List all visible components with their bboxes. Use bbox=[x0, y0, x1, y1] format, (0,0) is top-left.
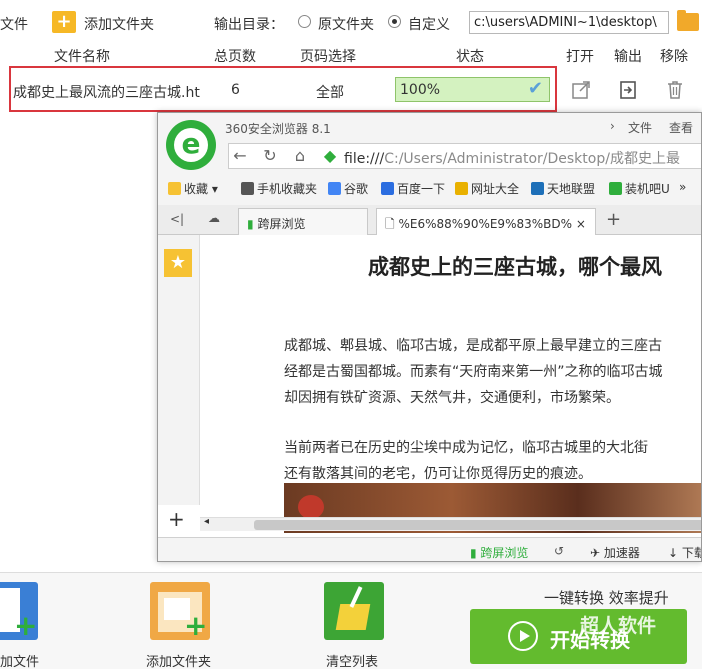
add-folder-button[interactable]: 添加文件夹 bbox=[84, 14, 154, 34]
shield-icon: ◆ bbox=[323, 146, 337, 165]
add-file-label[interactable]: 加文件 bbox=[0, 651, 39, 670]
header-remove: 移除 bbox=[660, 49, 688, 65]
scrollbar-thumb[interactable] bbox=[254, 520, 701, 530]
radio-original-folder[interactable] bbox=[298, 15, 311, 28]
paragraph-line: 却因拥有铁矿资源、天然气井，交通便利，市场繁荣。 bbox=[284, 390, 620, 406]
page-icon: 🗋 bbox=[385, 217, 395, 231]
browser-logo-icon: e bbox=[166, 120, 216, 170]
header-filename: 文件名称 bbox=[54, 49, 110, 65]
phone-icon: ▮ bbox=[247, 217, 254, 231]
header-status: 状态 bbox=[456, 49, 484, 65]
baidu-icon bbox=[381, 182, 394, 195]
home-icon[interactable]: ⌂ bbox=[288, 146, 312, 166]
header-output: 输出 bbox=[614, 49, 642, 65]
add-folder-big-icon[interactable]: + bbox=[150, 582, 210, 640]
chevron-right-icon[interactable]: › bbox=[610, 119, 615, 133]
browser-window: e 360安全浏览器 8.1 › 文件 查看 ← ↻ ⌂ ◆ file:///C… bbox=[157, 112, 702, 562]
zhuangji-icon bbox=[609, 182, 622, 195]
output-icon[interactable] bbox=[618, 80, 638, 100]
bookmark-tiandi[interactable]: 天地联盟 bbox=[531, 180, 595, 197]
bookmark-zhuangji[interactable]: 装机吧U bbox=[609, 180, 670, 197]
watermark-text: 超人软件 bbox=[580, 615, 657, 637]
menu-file[interactable]: 文件 bbox=[628, 119, 652, 136]
add-file-big-icon[interactable]: + bbox=[0, 582, 38, 640]
row-page-range[interactable]: 全部 bbox=[316, 82, 344, 102]
close-tab-icon[interactable]: × bbox=[576, 217, 586, 231]
add-folder-bottom-label[interactable]: 添加文件夹 bbox=[146, 651, 211, 670]
search-icon bbox=[328, 182, 341, 195]
sidebar-toggle-icon[interactable]: <| bbox=[170, 212, 184, 226]
output-path-input[interactable]: c:\users\ADMINI~1\desktop\ bbox=[469, 11, 669, 34]
add-file-button[interactable]: 文件 bbox=[0, 14, 28, 34]
header-open: 打开 bbox=[566, 49, 594, 65]
add-folder-plus-icon[interactable]: + bbox=[52, 11, 76, 33]
browser-statusbar: ▮ 跨屏浏览 ↺ ✈ 加速器 ↓ 下载 bbox=[158, 537, 701, 561]
reload-icon[interactable]: ↻ bbox=[258, 146, 282, 166]
star-icon bbox=[168, 182, 181, 195]
tab-current-page[interactable]: 🗋 %E6%88%90%E9%83%BD% × bbox=[376, 208, 596, 235]
paragraph-line: 成都城、郫县城、临邛古城，是成都平原上最早建立的三座古 bbox=[284, 338, 662, 354]
output-dir-label: 输出目录： bbox=[214, 17, 284, 33]
bottom-panel: + 加文件 + 添加文件夹 清空列表 一键转换 效率提升 开始转换 超人软件 bbox=[0, 572, 702, 670]
row-pages: 6 bbox=[231, 82, 240, 98]
slogan-text: 一键转换 效率提升 bbox=[544, 589, 669, 607]
browser-app-title: 360安全浏览器 8.1 bbox=[225, 122, 331, 136]
play-icon bbox=[508, 621, 538, 651]
url-path: C:/Users/Administrator/Desktop/成都史上最 bbox=[384, 151, 680, 167]
radio-custom[interactable] bbox=[388, 15, 401, 28]
new-tab-icon[interactable]: + bbox=[606, 209, 621, 230]
browser-sidebar: ★ bbox=[158, 235, 200, 505]
bookmark-hao[interactable]: 网址大全 bbox=[455, 180, 519, 197]
more-bookmarks-icon[interactable]: » bbox=[679, 180, 686, 194]
favorite-star-icon[interactable]: ★ bbox=[164, 249, 192, 277]
tab-cross-screen[interactable]: ▮ 跨屏浏览 bbox=[238, 208, 368, 235]
paragraph-line: 经都是古蜀国都城。而素有“天府南来第一州”之称的临邛古城 bbox=[284, 364, 663, 380]
status-progress-bar: 100% ✔ bbox=[395, 77, 550, 102]
bookmark-google[interactable]: 谷歌 bbox=[328, 180, 368, 197]
menu-view[interactable]: 查看 bbox=[669, 119, 693, 136]
folder-icon bbox=[241, 182, 254, 195]
bookmark-baidu[interactable]: 百度一下 bbox=[381, 180, 445, 197]
status-accelerator[interactable]: ✈ 加速器 bbox=[590, 544, 640, 561]
toolbar: 文件 + 添加文件夹 输出目录： 原文件夹 自定义 c:\users\ADMIN… bbox=[0, 0, 702, 44]
paragraph-line: 当前两者已在历史的尘埃中成为记忆，临邛古城里的大北街 bbox=[284, 440, 648, 456]
hao-icon bbox=[455, 182, 468, 195]
row-filename: 成都史上最风流的三座古城.ht bbox=[13, 85, 200, 101]
cloud-icon[interactable]: ☁ bbox=[208, 211, 220, 225]
url-prefix: file:/// bbox=[344, 151, 385, 167]
browser-titlebar: e 360安全浏览器 8.1 › 文件 查看 ← ↻ ⌂ ◆ file:///C… bbox=[158, 113, 701, 213]
status-percent: 100% bbox=[400, 82, 441, 98]
add-sidebar-icon[interactable]: + bbox=[168, 507, 185, 531]
status-cross-screen[interactable]: ▮ 跨屏浏览 bbox=[470, 544, 528, 561]
header-total-pages: 总页数 bbox=[214, 49, 256, 65]
article-title: 成都史上的三座古城，哪个最风 bbox=[368, 255, 662, 279]
scroll-left-icon[interactable]: ◂ bbox=[204, 516, 209, 527]
tiandi-icon bbox=[531, 182, 544, 195]
bookmark-favorites[interactable]: 收藏 ▾ bbox=[168, 180, 218, 197]
start-convert-button[interactable]: 开始转换 超人软件 bbox=[470, 609, 687, 664]
radio-custom-label[interactable]: 自定义 bbox=[408, 14, 450, 34]
browse-folder-icon[interactable] bbox=[677, 10, 699, 31]
back-arrow-icon[interactable]: ← bbox=[228, 146, 252, 166]
trash-icon[interactable] bbox=[665, 80, 685, 100]
clear-list-label[interactable]: 清空列表 bbox=[326, 651, 378, 670]
status-download[interactable]: ↓ 下载 bbox=[668, 544, 701, 561]
url-text[interactable]: file:///C:/Users/Administrator/Desktop/成… bbox=[344, 148, 680, 168]
broom-icon[interactable] bbox=[324, 582, 384, 640]
page-content: ★ + 成都史上的三座古城，哪个最风 成都城、郫县城、临邛古城，是成都平原上最早… bbox=[158, 235, 701, 535]
check-icon: ✔ bbox=[527, 78, 543, 99]
refresh-status-icon[interactable]: ↺ bbox=[554, 544, 564, 558]
horizontal-scrollbar[interactable]: ◂ bbox=[200, 516, 701, 531]
radio-original-label[interactable]: 原文件夹 bbox=[318, 14, 374, 34]
tab-bar: <| ☁ ▮ 跨屏浏览 🗋 %E6%88%90%E9%83%BD% × + bbox=[158, 205, 701, 235]
bookmark-mobile[interactable]: 手机收藏夹 bbox=[241, 180, 317, 197]
header-page-range: 页码选择 bbox=[300, 49, 356, 65]
open-external-icon[interactable] bbox=[571, 80, 591, 100]
